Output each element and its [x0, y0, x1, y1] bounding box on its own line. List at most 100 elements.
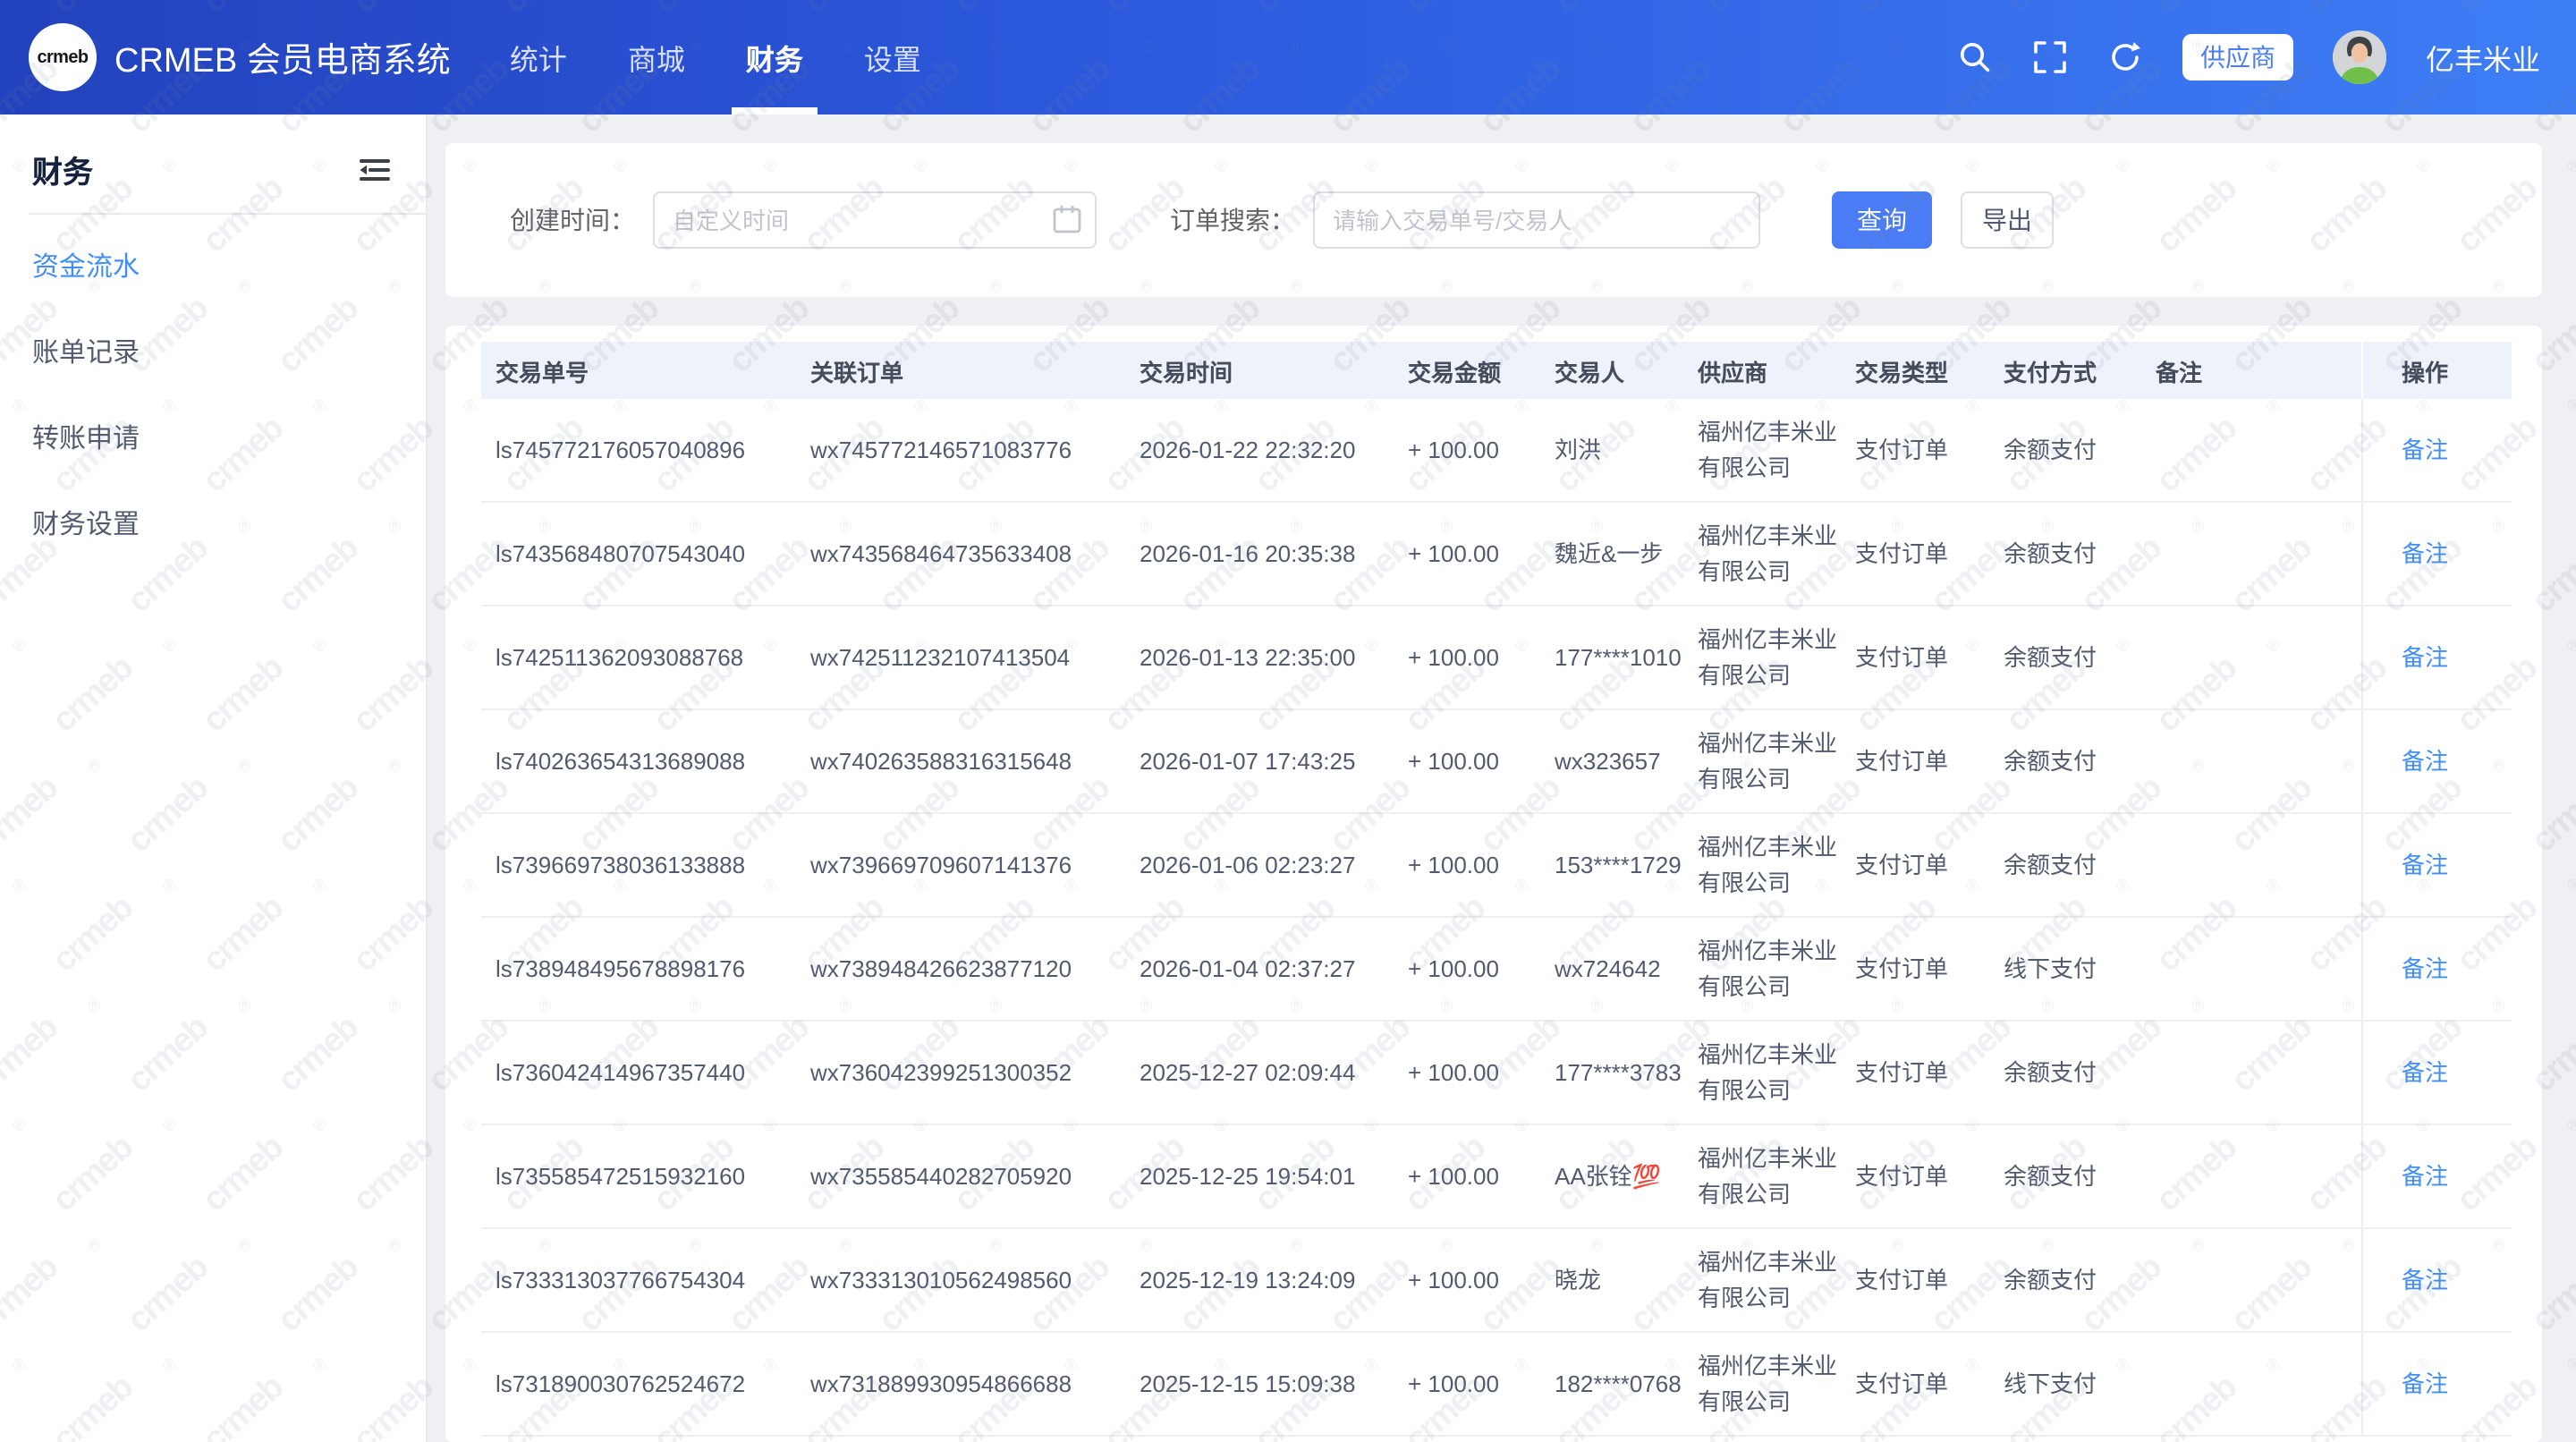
cell-trade-type: 支付订单: [1855, 813, 2004, 917]
sidebar: 财务 资金流水 账单记录 转账申请 财务设置: [0, 115, 428, 1442]
cell-related-order: wx735585440282705920: [810, 1124, 1140, 1228]
cell-supplier: 福州亿丰米业有限公司: [1698, 1228, 1855, 1332]
remark-action-link[interactable]: 备注: [2402, 436, 2448, 462]
cell-related-order: wx743568464735633408: [810, 502, 1140, 606]
cell-trade-time: 2025-12-27 02:09:44: [1140, 1021, 1408, 1124]
cell-trade-time: 2026-01-13 22:35:00: [1140, 606, 1408, 709]
cell-pay-method: 余额支付: [2004, 813, 2156, 917]
top-nav: 统计 商城 财务 设置: [479, 0, 952, 115]
cell-supplier: 福州亿丰米业有限公司: [1698, 813, 1855, 917]
transactions-table: 交易单号 关联订单 交易时间 交易金额 交易人 供应商 交易类型 支付方式 备注…: [481, 342, 2512, 1437]
cell-trader: 153****1729: [1555, 813, 1698, 917]
top-nav-item-settings[interactable]: 设置: [834, 0, 952, 115]
sidebar-item-finance-settings[interactable]: 财务设置: [0, 483, 426, 569]
cell-transaction-no: ls742511362093088768: [481, 606, 810, 709]
cell-remark: [2156, 1228, 2361, 1332]
remark-action-link[interactable]: 备注: [2402, 851, 2448, 878]
menu-fold-icon[interactable]: [354, 149, 394, 189]
cell-supplier: 福州亿丰米业有限公司: [1698, 709, 1855, 813]
cell-trade-type: 支付订单: [1855, 502, 2004, 606]
sidebar-item-capital-flow[interactable]: 资金流水: [0, 225, 426, 311]
cell-transaction-no: ls745772176057040896: [481, 399, 810, 502]
cell-trade-time: 2026-01-16 20:35:38: [1140, 502, 1408, 606]
col-trade-amount: 交易金额: [1408, 342, 1555, 399]
cell-transaction-no: ls738948495678898176: [481, 917, 810, 1021]
fullscreen-icon[interactable]: [2032, 39, 2068, 75]
remark-action-link[interactable]: 备注: [2402, 1058, 2448, 1085]
search-icon[interactable]: [1957, 39, 1993, 75]
cell-transaction-no: ls733313037766754304: [481, 1228, 810, 1332]
col-action: 操作: [2361, 342, 2512, 399]
avatar[interactable]: [2333, 30, 2386, 84]
app: crmeb CRMEB 会员电商系统 统计 商城 财务 设置 供应商: [0, 0, 2576, 1442]
remark-action-link[interactable]: 备注: [2402, 954, 2448, 981]
cell-trader: 182****0768: [1555, 1332, 1698, 1436]
cell-action: 备注: [2361, 1228, 2512, 1332]
remark-action-link[interactable]: 备注: [2402, 1370, 2448, 1396]
cell-pay-method: 线下支付: [2004, 917, 2156, 1021]
date-range-input[interactable]: [653, 191, 1097, 249]
remark-action-link[interactable]: 备注: [2402, 747, 2448, 774]
table-row: ls733313037766754304wx733313010562498560…: [481, 1228, 2512, 1332]
cell-action: 备注: [2361, 1124, 2512, 1228]
transactions-card: 交易单号 关联订单 交易时间 交易金额 交易人 供应商 交易类型 支付方式 备注…: [445, 326, 2542, 1442]
table-row: ls735585472515932160wx735585440282705920…: [481, 1124, 2512, 1228]
cell-trade-amount: + 100.00: [1408, 502, 1555, 606]
cell-trade-time: 2026-01-22 22:32:20: [1140, 399, 1408, 502]
remark-action-link[interactable]: 备注: [2402, 539, 2448, 566]
sidebar-menu: 资金流水 账单记录 转账申请 财务设置: [0, 225, 426, 569]
sidebar-item-bill-records[interactable]: 账单记录: [0, 311, 426, 397]
cell-trade-amount: + 100.00: [1408, 606, 1555, 709]
table-row: ls736042414967357440wx736042399251300352…: [481, 1021, 2512, 1124]
cell-related-order: wx745772146571083776: [810, 399, 1140, 502]
cell-remark: [2156, 1332, 2361, 1436]
query-button[interactable]: 查询: [1832, 191, 1932, 249]
cell-transaction-no: ls739669738036133888: [481, 813, 810, 917]
cell-related-order: wx733313010562498560: [810, 1228, 1140, 1332]
logo-text: crmeb: [37, 47, 88, 67]
col-trade-time: 交易时间: [1140, 342, 1408, 399]
order-search-label: 订单搜索：: [1170, 202, 1295, 238]
table-row: ls731890030762524672wx731889930954866688…: [481, 1332, 2512, 1436]
export-button[interactable]: 导出: [1961, 191, 2054, 249]
remark-action-link[interactable]: 备注: [2402, 1266, 2448, 1293]
cell-supplier: 福州亿丰米业有限公司: [1698, 1021, 1855, 1124]
cell-related-order: wx736042399251300352: [810, 1021, 1140, 1124]
filter-bar: 创建时间： 订单搜索： 查询 导出: [445, 143, 2542, 297]
cell-action: 备注: [2361, 709, 2512, 813]
app-title: CRMEB 会员电商系统: [114, 33, 451, 81]
remark-action-link[interactable]: 备注: [2402, 643, 2448, 670]
table-row: ls743568480707543040wx743568464735633408…: [481, 502, 2512, 606]
cell-trade-amount: + 100.00: [1408, 1124, 1555, 1228]
cell-trade-type: 支付订单: [1855, 1021, 2004, 1124]
cell-related-order: wx738948426623877120: [810, 917, 1140, 1021]
refresh-icon[interactable]: [2107, 39, 2143, 75]
cell-remark: [2156, 917, 2361, 1021]
layout: 财务 资金流水 账单记录 转账申请 财务设置 创建时间：: [0, 115, 2576, 1442]
order-search-input[interactable]: [1313, 191, 1760, 249]
username[interactable]: 亿丰米业: [2426, 36, 2540, 79]
crmeb-logo: crmeb: [29, 23, 97, 91]
cell-transaction-no: ls731890030762524672: [481, 1332, 810, 1436]
cell-trade-type: 支付订单: [1855, 709, 2004, 813]
top-nav-item-mall[interactable]: 商城: [597, 0, 716, 115]
sidebar-divider: [29, 213, 426, 215]
cell-trade-time: 2026-01-04 02:37:27: [1140, 917, 1408, 1021]
remark-action-link[interactable]: 备注: [2402, 1162, 2448, 1189]
cell-remark: [2156, 813, 2361, 917]
col-trade-type: 交易类型: [1855, 342, 2004, 399]
cell-pay-method: 余额支付: [2004, 709, 2156, 813]
cell-pay-method: 余额支付: [2004, 606, 2156, 709]
cell-supplier: 福州亿丰米业有限公司: [1698, 1124, 1855, 1228]
cell-trade-type: 支付订单: [1855, 606, 2004, 709]
cell-transaction-no: ls736042414967357440: [481, 1021, 810, 1124]
table-row: ls738948495678898176wx738948426623877120…: [481, 917, 2512, 1021]
cell-trader: 晓龙: [1555, 1228, 1698, 1332]
top-nav-item-stats[interactable]: 统计: [479, 0, 597, 115]
sidebar-item-transfer-request[interactable]: 转账申请: [0, 397, 426, 483]
top-nav-item-finance[interactable]: 财务: [716, 0, 834, 115]
supplier-badge[interactable]: 供应商: [2182, 34, 2293, 81]
col-related-order: 关联订单: [810, 342, 1140, 399]
table-header-row: 交易单号 关联订单 交易时间 交易金额 交易人 供应商 交易类型 支付方式 备注…: [481, 342, 2512, 399]
cell-trade-time: 2026-01-06 02:23:27: [1140, 813, 1408, 917]
